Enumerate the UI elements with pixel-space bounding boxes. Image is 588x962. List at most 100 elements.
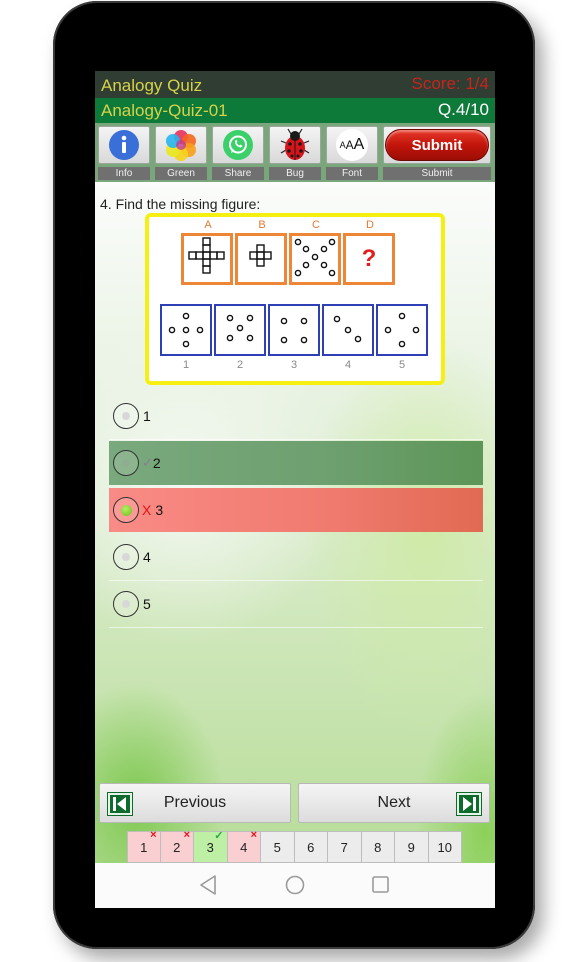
home-nav-icon[interactable] [284,874,306,896]
question-counter: Q.4/10 [437,100,489,119]
font-size-icon: AAA [336,129,368,161]
question-pager: 1 × 2 × 3 ✓ 4 × 5 6 7 8 9 10 [127,829,462,863]
pager-number: 10 [437,839,452,855]
theme-color-button[interactable] [155,126,207,164]
share-icon [223,130,253,160]
info-label: Info [98,167,150,180]
back-nav-icon[interactable] [198,874,218,896]
option-figure-4 [322,304,374,356]
skip-forward-icon [456,792,482,816]
pager-item-10[interactable]: 10 [428,831,462,863]
quiz-info-bar: Analogy-Quiz-01 Q.4/10 [95,98,495,123]
figure-d: ? [343,233,395,285]
pager-item-1[interactable]: 1 × [127,829,161,863]
figure-a [181,233,233,285]
next-label: Next [377,794,411,811]
question-figure: A B C D ? 1 2 3 4 5 [145,213,445,385]
bug-report-button[interactable] [269,126,321,164]
divider [109,580,483,581]
pager-item-7[interactable]: 7 [328,831,362,863]
figure-c [289,233,341,285]
radio-button[interactable] [113,544,139,570]
answer-label: 3 [155,502,164,518]
radio-button[interactable] [113,591,139,617]
pager-item-9[interactable]: 9 [395,831,429,863]
check-icon: ✓ [214,830,224,842]
quiz-name: Analogy-Quiz-01 [101,101,228,120]
pager-item-4[interactable]: 4 × [227,829,261,863]
recents-nav-icon[interactable] [370,874,392,896]
figure-label-d: D [366,219,374,231]
theme-color-label: Green [155,167,207,180]
option-figure-2 [214,304,266,356]
divider [109,627,483,628]
submit-button-container: Submit [383,126,491,164]
pager-number: 8 [374,839,382,855]
answer-option-5[interactable]: 5 [109,582,483,626]
pager-number: 2 [173,839,181,855]
pager-number: 9 [407,839,415,855]
font-size-button[interactable]: AAA [326,126,378,164]
option-label-2: 2 [236,359,244,371]
option-figure-5 [376,304,428,356]
answer-label: 2 [152,455,161,471]
radio-button-selected[interactable] [113,497,139,523]
theme-color-icon [166,130,196,161]
app-title: Analogy Quiz [101,76,203,95]
answer-option-1[interactable]: 1 [109,394,483,438]
x-icon: × [250,829,257,841]
submit-label: Submit [383,167,491,180]
divider [109,439,483,440]
correct-check-icon: ✓ [142,455,153,470]
pager-item-3[interactable]: 3 ✓ [194,830,228,863]
missing-figure-mark: ? [361,245,377,272]
circles-diamond-icon [384,312,420,348]
figure-label-c: C [312,219,320,231]
circles-x-icon [294,238,336,277]
submit-button[interactable]: Submit [385,129,489,161]
pager-item-8[interactable]: 8 [361,831,395,863]
option-label-5: 5 [398,359,406,371]
font-size-label: Font [326,167,378,180]
share-label: Share [212,167,264,180]
option-label-4: 4 [344,359,352,371]
answer-label: 1 [143,408,151,424]
answer-option-3[interactable]: X 3 [109,488,483,532]
pager-item-5[interactable]: 5 [261,831,295,863]
previous-button[interactable]: Previous [99,783,291,823]
pager-item-6[interactable]: 6 [294,831,328,863]
answer-option-4[interactable]: 4 [109,535,483,579]
info-button[interactable] [98,126,150,164]
app-screen: Analogy Quiz Score: 1/4 Analogy-Quiz-01 … [95,71,495,908]
radio-button[interactable] [113,403,139,429]
circles-square-icon [280,317,308,344]
figure-label-b: B [258,219,266,231]
answer-option-2[interactable]: ✓ 2 [109,441,483,485]
info-icon [109,130,139,160]
x-icon: × [150,829,157,841]
pager-number: 3 [206,839,214,855]
score-label: Score: 1/4 [411,74,490,93]
pager-number: 4 [240,839,248,855]
circles-x-small-icon [226,314,254,342]
share-button[interactable] [212,126,264,164]
answer-label: 4 [143,549,151,565]
circles-diagonal-icon [333,315,362,343]
pager-number: 6 [307,839,315,855]
skip-back-icon [107,792,133,816]
toolbar: Info Green Share Bug A A A Font Submit S… [95,123,495,182]
question-text: 4. Find the missing figure: [100,196,261,212]
option-label-1: 1 [182,359,190,371]
previous-label: Previous [163,794,227,811]
pager-item-2[interactable]: 2 × [160,829,194,863]
wrong-x-icon: X [142,502,152,518]
pager-number: 1 [140,839,148,855]
figure-b [235,233,287,285]
system-nav-bar [95,863,495,908]
next-button[interactable]: Next [298,783,490,823]
figure-label-a: A [204,219,212,231]
cross-large-icon [188,237,225,274]
option-label-3: 3 [290,359,298,371]
cross-small-icon [249,244,272,267]
radio-button[interactable] [113,450,139,476]
